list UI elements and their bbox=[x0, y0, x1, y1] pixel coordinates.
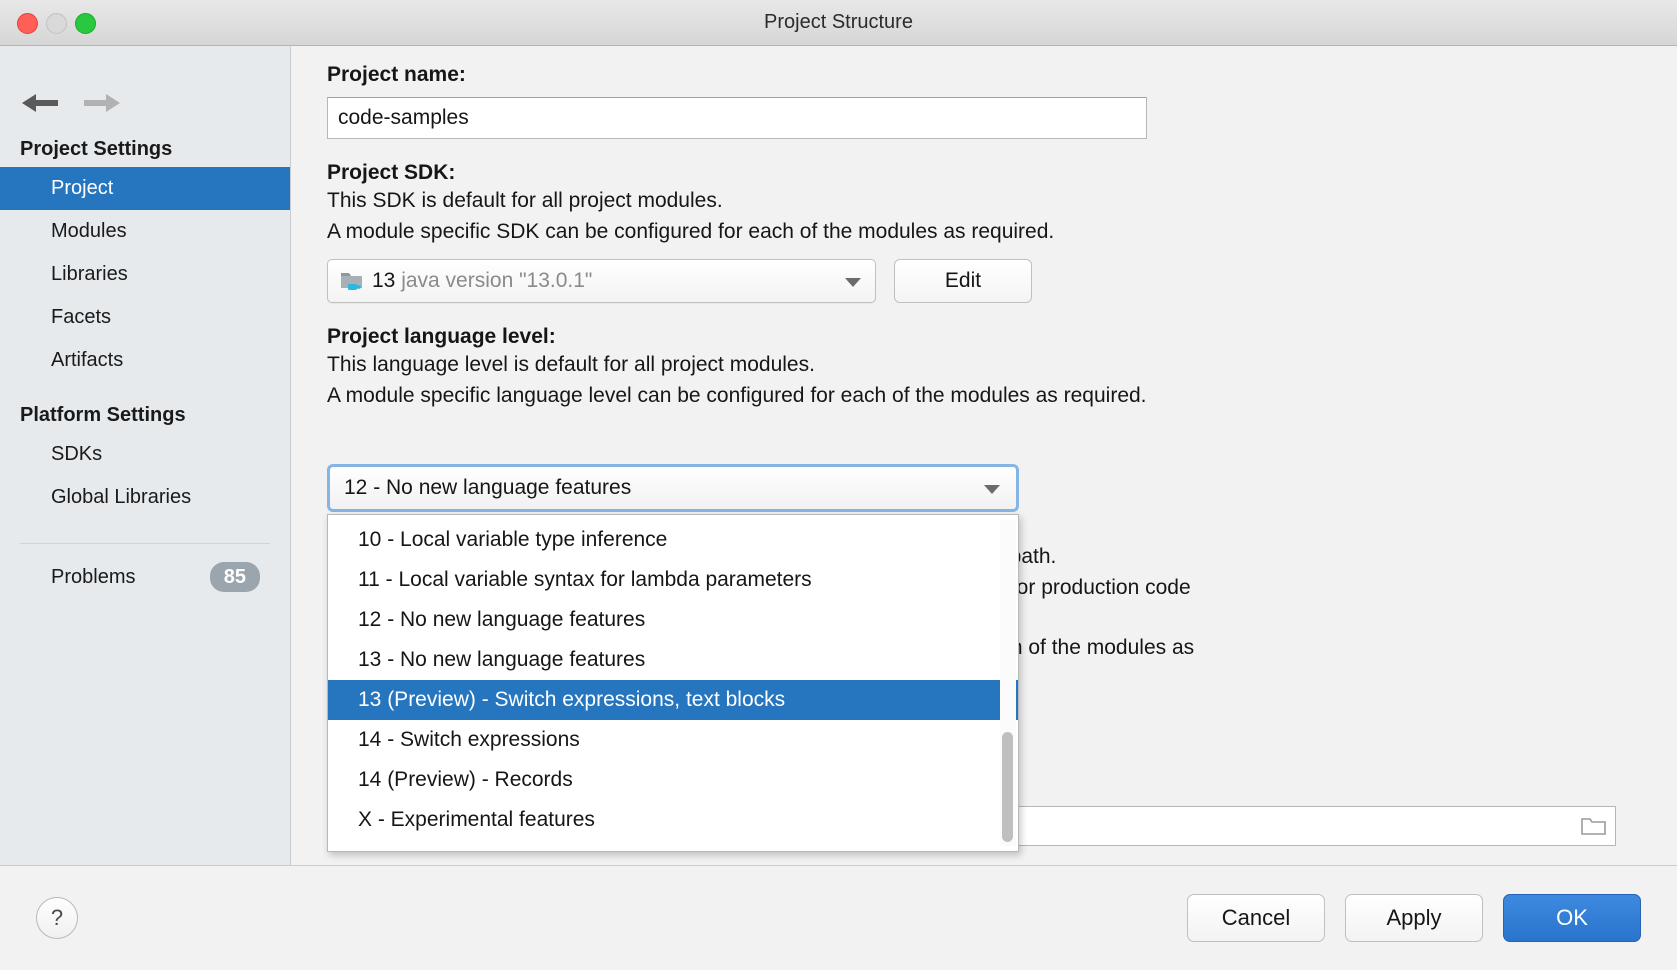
project-name-label: Project name: bbox=[327, 63, 466, 86]
apply-button[interactable]: Apply bbox=[1345, 894, 1483, 942]
project-language-level-value: 12 - No new language features bbox=[344, 476, 632, 499]
sidebar-item-sdks[interactable]: SDKs bbox=[0, 433, 290, 476]
project-sdk-detail: java version "13.0.1" bbox=[401, 269, 593, 292]
close-window-button[interactable] bbox=[17, 13, 38, 34]
dropdown-option-10[interactable]: 10 - Local variable type inference bbox=[328, 520, 1018, 560]
project-language-level-label: Project language level: bbox=[327, 325, 556, 348]
minimize-window-button[interactable] bbox=[46, 13, 67, 34]
dropdown-scrollbar-thumb[interactable] bbox=[1002, 732, 1013, 842]
project-settings-panel: Project name: code-samples Project SDK: … bbox=[291, 46, 1677, 865]
project-sdk-combobox[interactable]: 13 java version "13.0.1" bbox=[327, 259, 876, 303]
compiler-output-path-input[interactable] bbox=[991, 806, 1616, 846]
settings-sidebar: Project Settings Project Modules Librari… bbox=[0, 46, 291, 865]
project-sdk-row: 13 java version "13.0.1" Edit bbox=[327, 259, 1637, 303]
project-language-level-dropdown[interactable]: 10 - Local variable type inference 11 - … bbox=[327, 514, 1019, 852]
ok-button[interactable]: OK bbox=[1503, 894, 1641, 942]
dialog-body: Project Settings Project Modules Librari… bbox=[0, 46, 1677, 865]
project-sdk-description-2: A module specific SDK can be configured … bbox=[327, 220, 1055, 243]
project-sdk-value: 13 java version "13.0.1" bbox=[372, 269, 592, 293]
compiler-output-fragment-3: each of the modules as bbox=[977, 636, 1195, 659]
project-name-input[interactable]: code-samples bbox=[327, 97, 1147, 139]
project-language-level-description-2: A module specific language level can be … bbox=[327, 384, 1147, 407]
footer-actions: Cancel Apply OK bbox=[1187, 894, 1641, 942]
chevron-down-icon bbox=[845, 278, 861, 287]
project-sdk-label: Project SDK: bbox=[327, 161, 456, 184]
arrow-right-icon[interactable] bbox=[82, 90, 122, 116]
dropdown-option-13[interactable]: 13 - No new language features bbox=[328, 640, 1018, 680]
window-controls bbox=[17, 13, 96, 34]
project-language-level-description-1: This language level is default for all p… bbox=[327, 353, 815, 376]
dropdown-option-14[interactable]: 14 - Switch expressions bbox=[328, 720, 1018, 760]
sidebar-item-project[interactable]: Project bbox=[0, 167, 290, 210]
arrow-left-icon[interactable] bbox=[20, 90, 60, 116]
dropdown-scrollbar[interactable] bbox=[1000, 520, 1016, 846]
sidebar-item-global-libraries[interactable]: Global Libraries bbox=[0, 476, 290, 519]
edit-sdk-button[interactable]: Edit bbox=[894, 259, 1032, 303]
sidebar-item-modules[interactable]: Modules bbox=[0, 210, 290, 253]
chevron-down-icon bbox=[984, 485, 1000, 494]
dropdown-option-12[interactable]: 12 - No new language features bbox=[328, 600, 1018, 640]
sidebar-item-artifacts[interactable]: Artifacts bbox=[0, 339, 290, 382]
sidebar-group-header-platform-settings: Platform Settings bbox=[20, 404, 186, 426]
dropdown-option-x-experimental[interactable]: X - Experimental features bbox=[328, 800, 1018, 840]
maximize-window-button[interactable] bbox=[75, 13, 96, 34]
sidebar-item-libraries[interactable]: Libraries bbox=[0, 253, 290, 296]
window-titlebar: Project Structure bbox=[0, 0, 1677, 46]
java-sdk-folder-icon bbox=[340, 270, 364, 292]
project-language-level-combobox[interactable]: 12 - No new language features bbox=[327, 464, 1019, 512]
compiler-output-fragment-1: his path. bbox=[977, 545, 1057, 568]
compiler-output-fragment-2: est for production code bbox=[977, 576, 1191, 599]
project-sdk-version: 13 bbox=[372, 269, 396, 292]
folder-icon[interactable] bbox=[1581, 816, 1607, 837]
project-structure-dialog: Project Structure Project Settings Proje… bbox=[0, 0, 1677, 970]
window-title: Project Structure bbox=[764, 11, 913, 33]
cancel-button[interactable]: Cancel bbox=[1187, 894, 1325, 942]
sidebar-navigation bbox=[0, 46, 290, 116]
help-button[interactable]: ? bbox=[36, 897, 78, 939]
sidebar-group-header-project-settings: Project Settings bbox=[20, 138, 173, 160]
problems-label: Problems bbox=[51, 565, 136, 588]
project-sdk-section: Project SDK: This SDK is default for all… bbox=[327, 161, 1637, 303]
problems-count-badge: 85 bbox=[209, 562, 260, 592]
dialog-footer: ? Cancel Apply OK bbox=[0, 865, 1677, 970]
sidebar-item-problems[interactable]: Problems 85 bbox=[0, 544, 290, 592]
project-sdk-description-1: This SDK is default for all project modu… bbox=[327, 189, 723, 212]
sidebar-item-facets[interactable]: Facets bbox=[0, 296, 290, 339]
project-language-level-section: Project language level: This language le… bbox=[327, 325, 1637, 411]
project-name-value: code-samples bbox=[338, 106, 469, 129]
dropdown-option-13-preview[interactable]: 13 (Preview) - Switch expressions, text … bbox=[328, 680, 1018, 720]
dropdown-option-14-preview[interactable]: 14 (Preview) - Records bbox=[328, 760, 1018, 800]
dropdown-option-11[interactable]: 11 - Local variable syntax for lambda pa… bbox=[328, 560, 1018, 600]
